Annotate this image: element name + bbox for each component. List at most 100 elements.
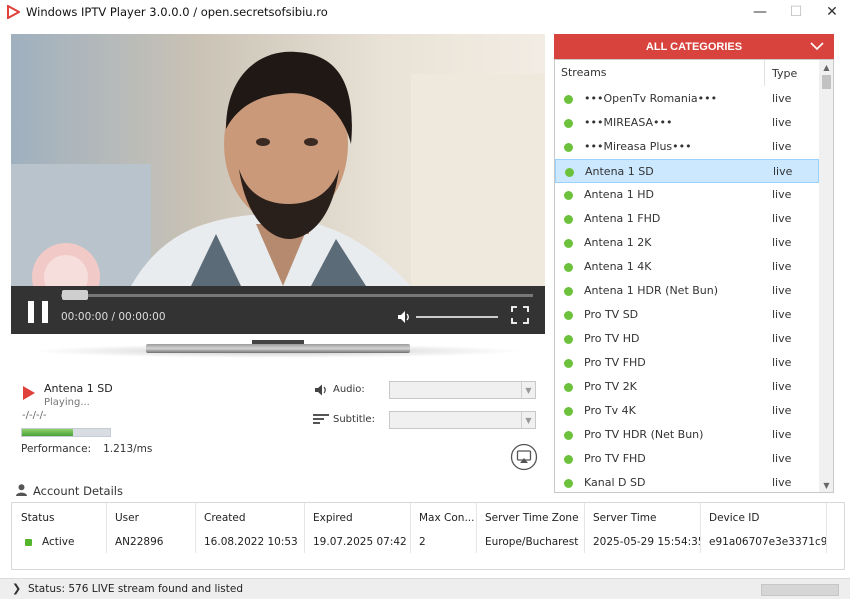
audio-label: Audio: — [333, 384, 365, 395]
stream-row[interactable]: •••MIREASA••• live — [555, 111, 819, 135]
active-status-icon — [25, 538, 32, 546]
video-frame — [11, 34, 545, 286]
column-streams[interactable]: Streams — [555, 60, 765, 86]
performance-value: 1.213/ms — [103, 443, 153, 455]
video-player[interactable]: 00:00:00 / 00:00:00 — [11, 34, 545, 334]
header-status: Status — [21, 512, 55, 524]
seek-bar[interactable] — [61, 294, 533, 297]
stream-type: live — [772, 332, 792, 345]
scroll-up-icon[interactable]: ▲ — [819, 60, 833, 74]
stream-type: live — [772, 308, 792, 321]
play-icon — [23, 386, 35, 400]
stream-list: •••OpenTv Romania••• live •••MIREASA••• liv… — [555, 87, 819, 492]
stream-type: live — [772, 92, 792, 105]
subtitle-select[interactable]: ▼ — [389, 411, 536, 429]
stream-type: live — [772, 212, 792, 225]
stream-row[interactable]: Antena 1 HDR (Net Bun) live — [555, 279, 819, 303]
stream-row[interactable]: Pro TV HD live — [555, 327, 819, 351]
volume-slider[interactable] — [416, 316, 498, 318]
stream-row[interactable]: Antena 1 2K live — [555, 231, 819, 255]
stream-row[interactable]: Pro TV FHD live — [555, 447, 819, 471]
account-details-title: Account Details — [33, 484, 123, 498]
close-button[interactable]: ✕ — [814, 0, 850, 24]
live-status-icon — [564, 287, 573, 296]
cell-user: AN22896 — [115, 536, 164, 548]
cell-server-time: 2025-05-29 15:54:35 — [593, 536, 700, 548]
stream-name: Pro TV FHD — [584, 356, 646, 369]
cell-status: Active — [12, 536, 106, 548]
scroll-thumb[interactable] — [822, 75, 831, 89]
live-status-icon — [564, 383, 573, 392]
live-status-icon — [564, 359, 573, 368]
volume-icon[interactable] — [397, 310, 411, 324]
stream-type: live — [772, 404, 792, 417]
cast-icon[interactable] — [510, 443, 538, 471]
stream-row[interactable]: Kanal D SD live — [555, 471, 819, 492]
category-dropdown[interactable]: ALL CATEGORIES — [554, 34, 834, 59]
cell-created: 16.08.2022 10:53 — [204, 536, 298, 548]
minimize-button[interactable]: — — [742, 0, 778, 24]
live-status-icon — [564, 455, 573, 464]
tv-stand — [146, 340, 410, 353]
header-user: User — [115, 512, 139, 524]
time-display: 00:00:00 / 00:00:00 — [61, 311, 166, 323]
pause-button[interactable] — [28, 301, 48, 323]
stream-name: Antena 1 HDR (Net Bun) — [584, 284, 719, 297]
stream-type: live — [772, 116, 792, 129]
stream-row[interactable]: Pro TV SD live — [555, 303, 819, 327]
fullscreen-icon[interactable] — [511, 306, 529, 324]
stream-name: Pro TV HD — [584, 332, 640, 345]
stream-name: Pro TV SD — [584, 308, 639, 321]
performance-bar-fill — [22, 429, 74, 436]
cell-device-id: e91a06707e3e3371c9... — [709, 536, 826, 548]
stream-name: Pro TV FHD — [584, 452, 646, 465]
status-bar: ❯ Status: 576 LIVE stream found and list… — [0, 578, 850, 599]
now-playing-title: Antena 1 SD — [44, 382, 113, 395]
stream-name: •••MIREASA••• — [584, 116, 673, 129]
live-status-icon — [564, 143, 573, 152]
account-table: Status User Created Expired Max Con... S… — [11, 502, 845, 570]
stream-type: live — [773, 165, 793, 178]
stream-row[interactable]: Antena 1 SD live — [555, 159, 819, 183]
chevron-right-icon[interactable]: ❯ — [12, 582, 21, 595]
stream-row[interactable]: Pro Tv 4K live — [555, 399, 819, 423]
stream-type: live — [772, 140, 792, 153]
stream-row[interactable]: Pro TV FHD live — [555, 351, 819, 375]
window-title: Windows IPTV Player 3.0.0.0 / open.secre… — [26, 5, 328, 19]
live-status-icon — [564, 191, 573, 200]
stream-row[interactable]: •••Mireasa Plus••• live — [555, 135, 819, 159]
stream-name: •••Mireasa Plus••• — [584, 140, 692, 153]
stream-row[interactable]: Antena 1 HD live — [555, 183, 819, 207]
stream-row[interactable]: Antena 1 FHD live — [555, 207, 819, 231]
stream-type: live — [772, 452, 792, 465]
now-playing-info: -/-/-/- — [22, 410, 47, 421]
stream-type: live — [772, 188, 792, 201]
audio-select[interactable]: ▼ — [389, 381, 536, 399]
stream-type: live — [772, 380, 792, 393]
stream-name: Pro TV HDR (Net Bun) — [584, 428, 704, 441]
performance-caption: Performance: — [21, 443, 92, 455]
stream-row[interactable]: •••OpenTv Romania••• live — [555, 87, 819, 111]
app-logo-icon — [7, 5, 20, 19]
stream-type: live — [772, 428, 792, 441]
stream-row[interactable]: Pro TV HDR (Net Bun) live — [555, 423, 819, 447]
status-progress-bar — [761, 584, 839, 596]
status-text: Status: 576 LIVE stream found and listed — [28, 583, 244, 595]
cell-server-time-zone: Europe/Bucharest — [485, 536, 579, 548]
seek-handle[interactable] — [62, 290, 88, 300]
stream-row[interactable]: Antena 1 4K live — [555, 255, 819, 279]
stream-name: Antena 1 2K — [584, 236, 652, 249]
speaker-icon — [315, 384, 326, 396]
live-status-icon — [564, 263, 573, 272]
live-status-icon — [564, 431, 573, 440]
scroll-down-icon[interactable]: ▼ — [819, 478, 833, 492]
stream-row[interactable]: Pro TV 2K live — [555, 375, 819, 399]
stream-list-scrollbar[interactable]: ▲ ▼ — [819, 60, 833, 492]
header-expired: Expired — [313, 512, 353, 524]
stream-name: Kanal D SD — [584, 476, 646, 489]
live-status-icon — [564, 335, 573, 344]
column-type[interactable]: Type — [765, 67, 797, 80]
stream-type: live — [772, 476, 792, 489]
chevron-down-icon: ▼ — [521, 382, 535, 398]
stream-type: live — [772, 356, 792, 369]
